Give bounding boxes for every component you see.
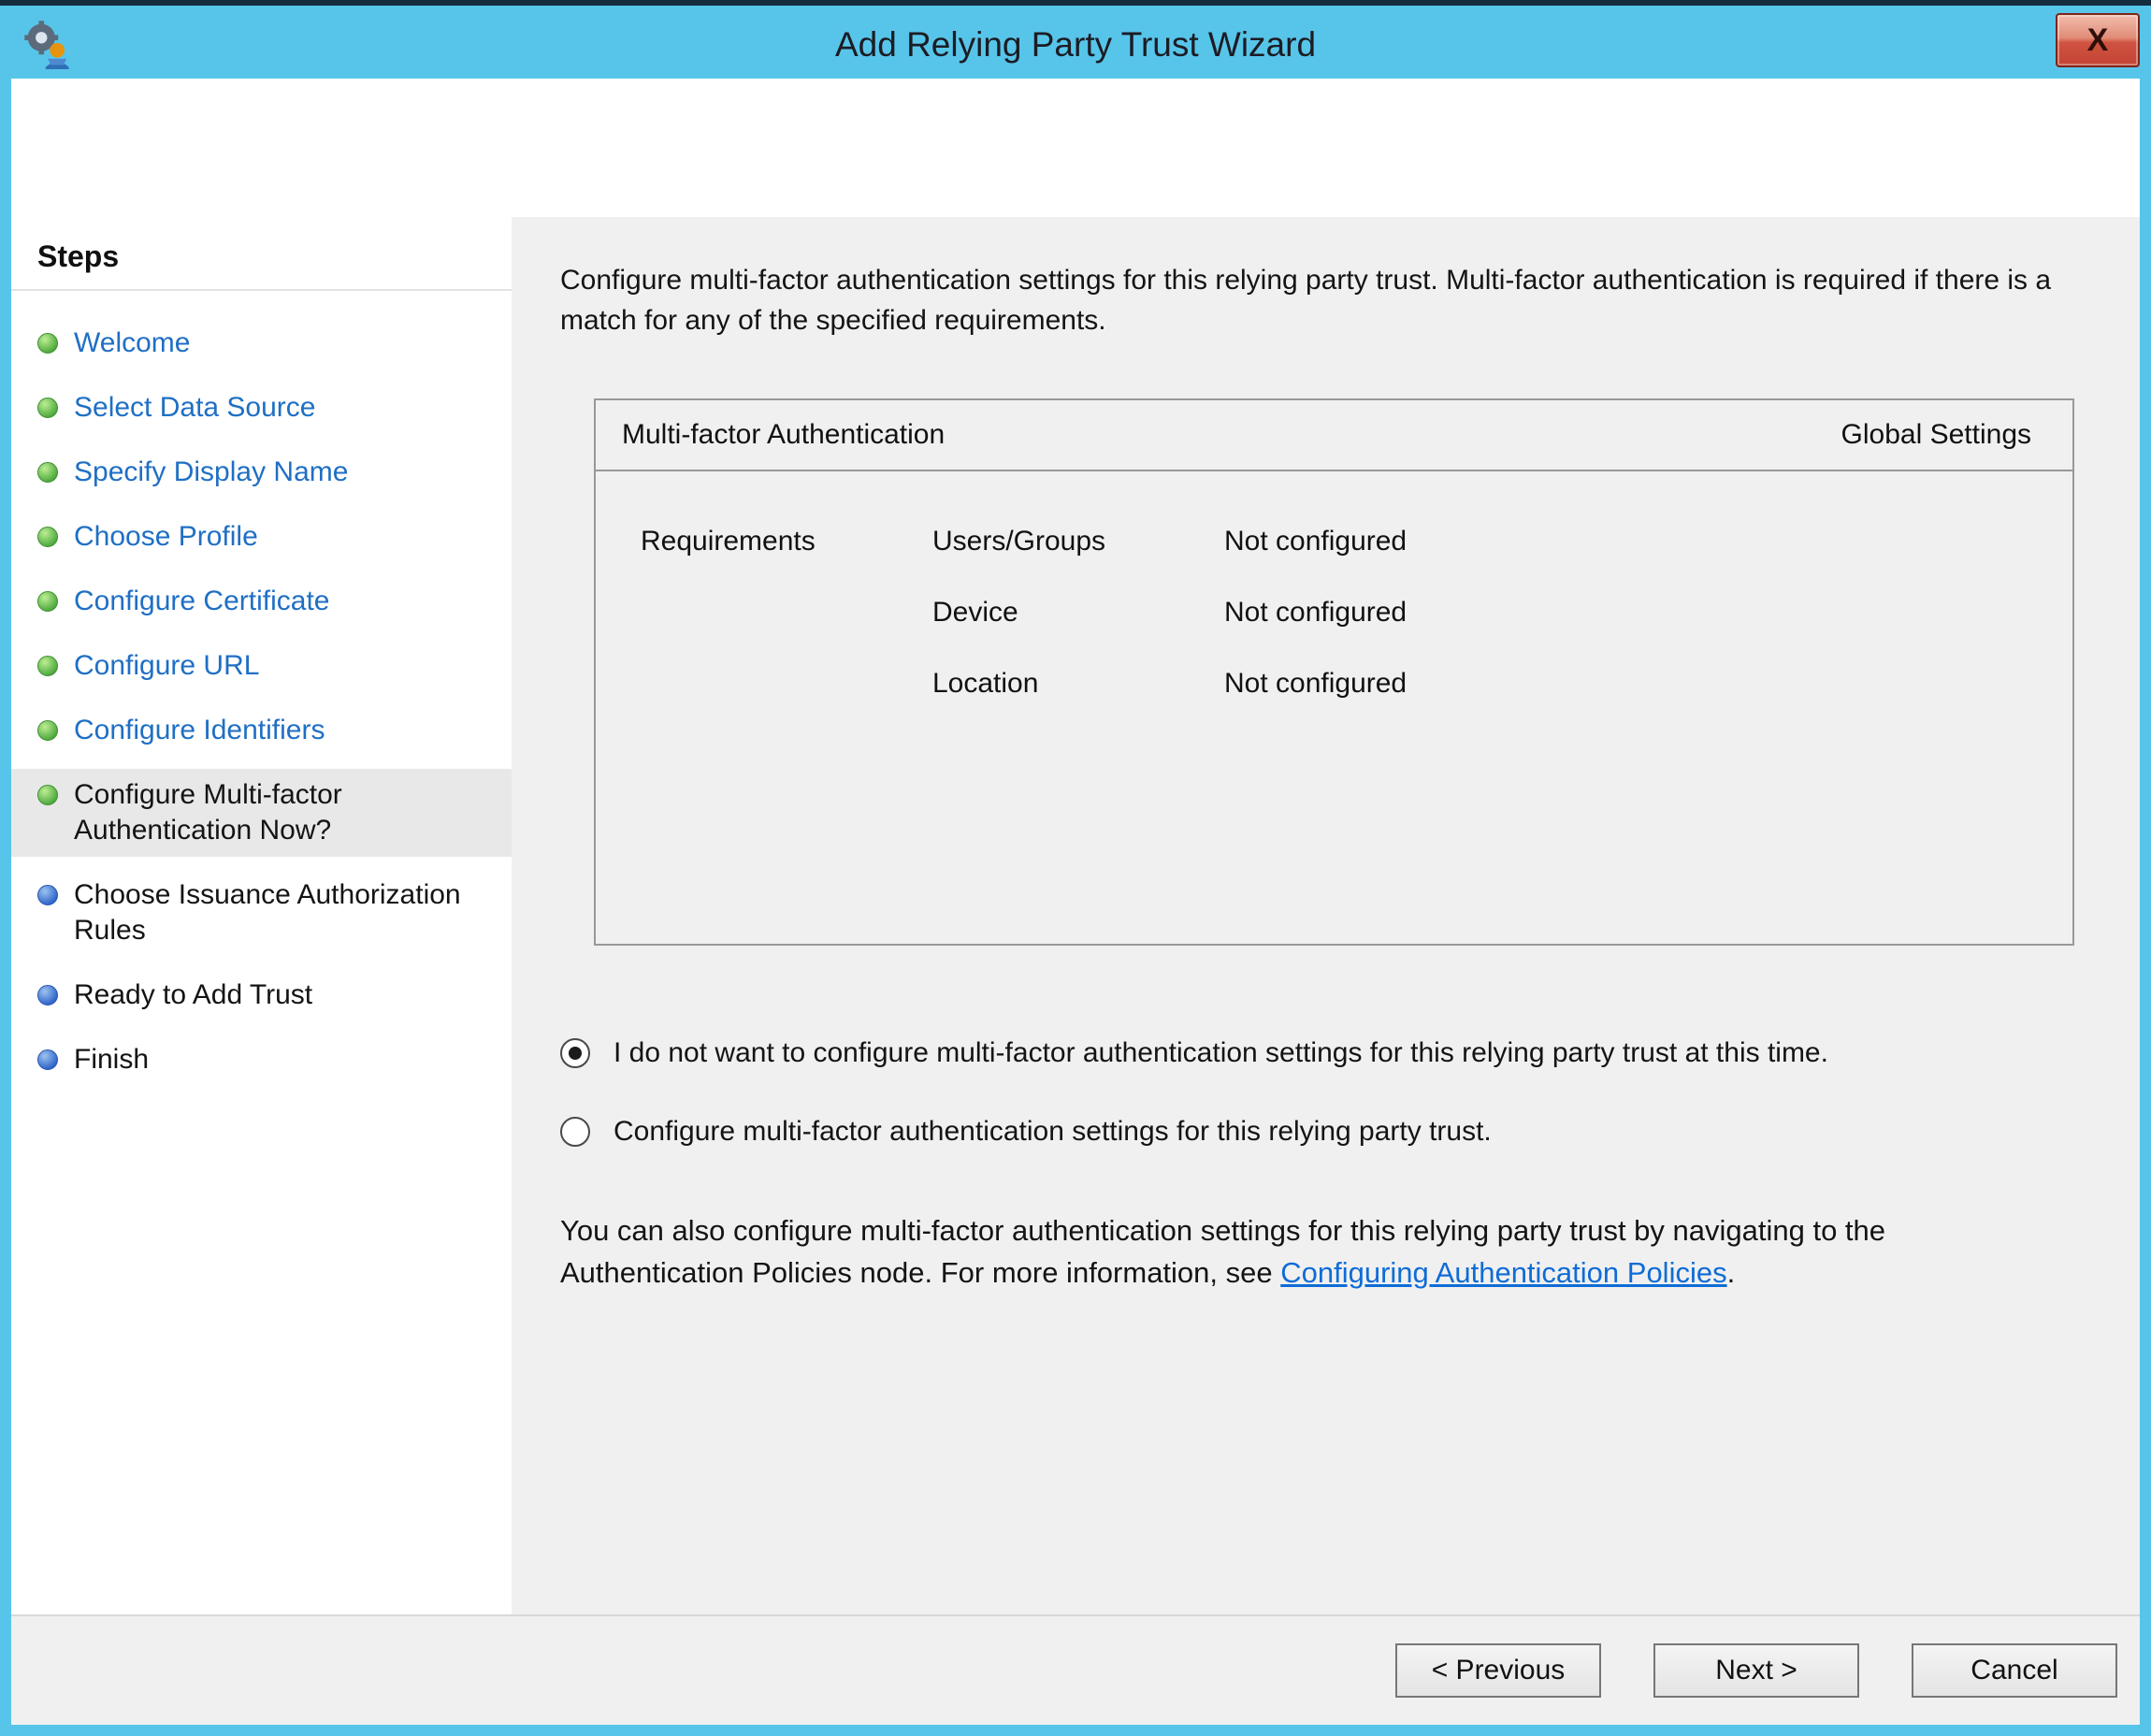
step-label: Configure Identifiers [74,713,325,748]
step-label: Choose Issuance Authorization Rules [74,877,504,948]
main-panel: Configure multi-factor authentication se… [512,217,2140,1614]
step-item-configure-identifiers[interactable]: Configure Identifiers [11,704,512,757]
requirement-name: Users/Groups [932,526,1224,557]
step-status-dot-icon [37,985,58,1005]
step-status-dot-icon [37,720,58,741]
radio-option-label: Configure multi-factor authentication se… [614,1116,1492,1148]
step-status-dot-icon [37,527,58,547]
wizard-app-icon [22,19,73,69]
step-label: Configure Certificate [74,584,329,619]
radio-do-not-configure-mfa[interactable]: I do not want to configure multi-factor … [560,1037,2074,1069]
step-item-specify-display-name[interactable]: Specify Display Name [11,446,512,499]
requirements-spacer [641,597,932,629]
step-status-dot-icon [37,656,58,676]
step-label: Welcome [74,326,190,361]
step-status-dot-icon [37,333,58,354]
step-label: Ready to Add Trust [74,977,312,1013]
requirement-value: Not configured [1224,597,2072,629]
step-status-dot-icon [37,398,58,418]
previous-button[interactable]: < Previous [1395,1643,1601,1698]
step-status-dot-icon [37,1049,58,1070]
close-button[interactable]: X [2056,13,2140,67]
window-title: Add Relying Party Trust Wizard [835,25,1316,65]
step-label: Select Data Source [74,390,315,426]
step-label: Configure Multi-factor Authentication No… [74,777,504,848]
global-settings-label: Global Settings [1841,419,2031,451]
radio-option-label: I do not want to configure multi-factor … [614,1037,1828,1069]
wizard-window: Add Relying Party Trust Wizard X Steps W… [0,0,2151,1736]
mfa-choice-radio-group: I do not want to configure multi-factor … [560,1037,2074,1148]
footer-bar: < Previous Next > Cancel [11,1614,2140,1725]
step-status-dot-icon [37,591,58,612]
step-label: Choose Profile [74,519,258,555]
steps-sidebar: Steps Welcome Select Data Source Specify D… [11,217,512,1614]
titlebar: Add Relying Party Trust Wizard X [0,11,2151,79]
step-status-dot-icon [37,462,58,483]
step-item-select-data-source[interactable]: Select Data Source [11,382,512,434]
step-label: Specify Display Name [74,455,348,490]
footer-buttons: < Previous Next > Cancel [1395,1643,2117,1698]
mfa-box-title: Multi-factor Authentication [622,419,945,451]
requirements-spacer [641,668,932,700]
next-button[interactable]: Next > [1653,1643,1859,1698]
step-item-configure-certificate[interactable]: Configure Certificate [11,575,512,628]
mfa-requirements-table: RequirementsUsers/GroupsNot configuredDe… [596,471,2072,700]
requirement-name: Location [932,668,1224,700]
requirement-value: Not configured [1224,668,2072,700]
steps-heading: Steps [11,239,512,291]
step-label: Finish [74,1042,149,1078]
footnote-after: . [1727,1256,1736,1289]
radio-selected-icon [560,1038,590,1068]
step-item-finish: Finish [11,1034,512,1086]
footnote-text: You can also configure multi-factor auth… [560,1209,2074,1294]
dialog-body: Steps Welcome Select Data Source Specify D… [11,79,2140,1725]
configuring-auth-policies-link[interactable]: Configuring Authentication Policies [1280,1256,1726,1289]
mfa-settings-box: Multi-factor Authentication Global Setti… [594,398,2074,946]
step-item-welcome[interactable]: Welcome [11,317,512,369]
header-strip [11,79,2140,217]
requirement-value: Not configured [1224,526,2072,557]
step-item-configure-url[interactable]: Configure URL [11,640,512,692]
requirements-label: Requirements [641,526,932,557]
cancel-button[interactable]: Cancel [1912,1643,2117,1698]
step-status-dot-icon [37,785,58,805]
step-item-ready-to-add-trust: Ready to Add Trust [11,969,512,1021]
intro-text: Configure multi-factor authentication se… [560,260,2074,340]
step-item-choose-issuance-authorization-rules: Choose Issuance Authorization Rules [11,869,512,957]
requirement-name: Device [932,597,1224,629]
step-label: Configure URL [74,648,259,684]
steps-list: Welcome Select Data Source Specify Display… [11,291,512,1086]
step-item-choose-profile[interactable]: Choose Profile [11,511,512,563]
close-icon: X [2087,22,2109,59]
mfa-box-header: Multi-factor Authentication Global Setti… [596,400,2072,471]
radio-configure-mfa[interactable]: Configure multi-factor authentication se… [560,1116,2074,1148]
radio-unselected-icon [560,1117,590,1147]
step-item-configure-multi-factor-authentication-now: Configure Multi-factor Authentication No… [11,769,512,857]
step-status-dot-icon [37,885,58,905]
